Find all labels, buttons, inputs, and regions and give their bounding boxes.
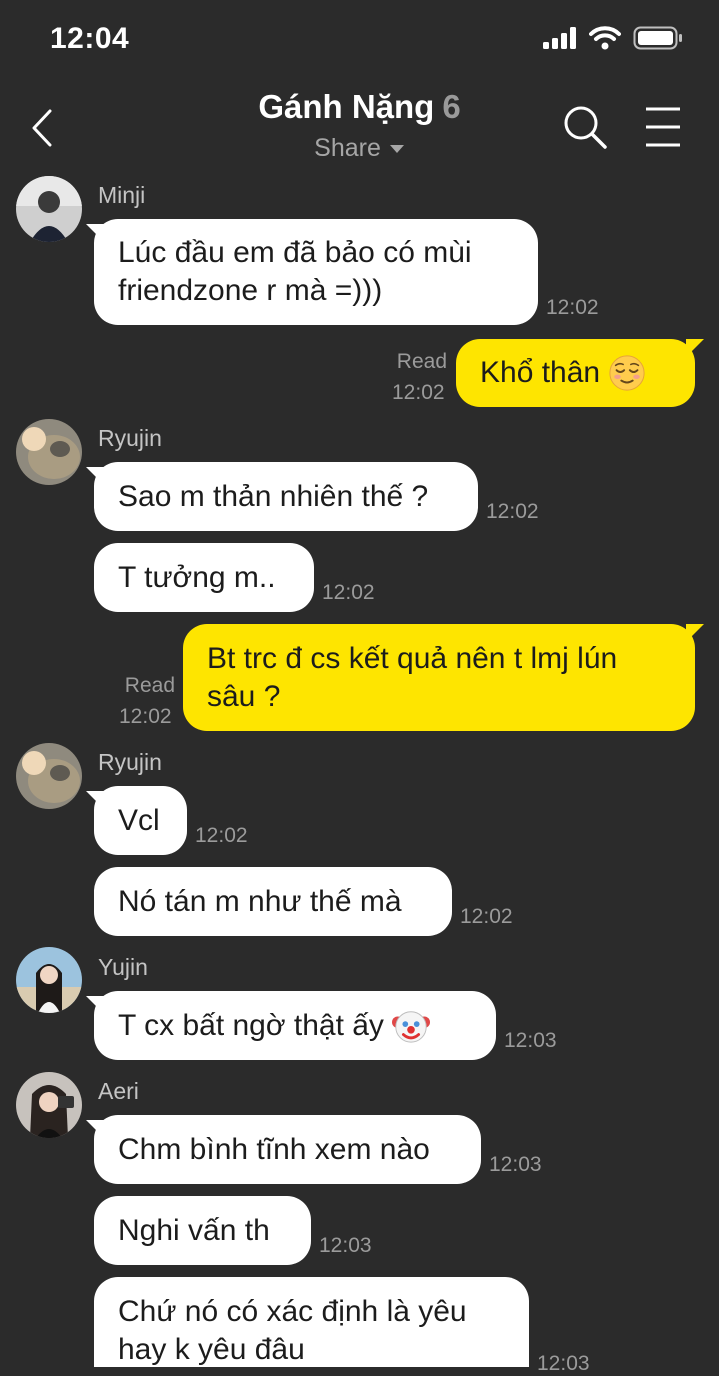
message-text: Sao m thản nhiên thế ?	[118, 479, 429, 513]
bubble-tail	[686, 624, 704, 642]
message-bubble[interactable]: Bt trc đ cs kết quả nên t lmj lún sâu ?	[183, 624, 695, 731]
message-time: 12:03	[504, 1029, 557, 1052]
search-icon	[564, 106, 607, 149]
sender-name: Ryujin	[98, 425, 162, 451]
member-count: 6	[442, 88, 461, 125]
message-bubble[interactable]: Vcl	[94, 786, 187, 855]
message-time: 12:03	[537, 1352, 590, 1375]
message-time: 12:02	[392, 381, 445, 404]
message-text: Chm bình tĩnh xem nào	[118, 1132, 430, 1166]
title-area: Gánh Nặng 6 Share	[0, 88, 719, 163]
message-bubble[interactable]: Lúc đầu em đã bảo có mùi friendzone r mà…	[94, 219, 538, 325]
message-time: 12:02	[460, 905, 513, 928]
message-time: 12:02	[119, 705, 172, 728]
message-bubble[interactable]: Chm bình tĩnh xem nào	[94, 1115, 481, 1184]
room-title: Gánh Nặng	[258, 88, 435, 125]
search-button[interactable]	[562, 104, 608, 150]
message-text: Bt trc đ cs kết quả nên t lmj lún sâu ?	[207, 641, 618, 713]
avatar-ryujin[interactable]	[16, 419, 82, 485]
message-bubble[interactable]: Sao m thản nhiên thế ?	[94, 462, 478, 531]
message-text: Lúc đầu em đã bảo có mùi friendzone r mà…	[118, 236, 472, 307]
status-icons	[543, 26, 683, 50]
sender-name: Aeri	[98, 1078, 139, 1104]
message-time: 12:02	[322, 581, 375, 604]
message-bubble[interactable]: T tưởng m..	[94, 543, 314, 612]
message-text: Nghi vấn th	[118, 1213, 270, 1247]
message-time: 12:02	[195, 824, 248, 847]
chat-header: Gánh Nặng 6 Share	[0, 80, 719, 175]
avatar-ryujin[interactable]	[16, 743, 82, 809]
message-text: Chứ nó có xác định là yêu hay k yêu đâu	[118, 1295, 467, 1366]
message-time: 12:03	[319, 1234, 372, 1257]
avatar-minji[interactable]	[16, 176, 82, 242]
message-text: Vcl	[118, 803, 160, 837]
menu-button[interactable]	[644, 106, 682, 148]
battery-icon	[633, 26, 682, 50]
sender-name: Minji	[98, 182, 146, 208]
signal-icon	[543, 27, 576, 49]
avatar-yujin[interactable]	[16, 947, 82, 1013]
hamburger-menu-icon	[646, 107, 680, 147]
read-receipt: Read	[124, 674, 175, 697]
message-time: 12:03	[489, 1153, 542, 1176]
message-bubble[interactable]: Nó tán m như thế mà	[94, 867, 452, 936]
message-text: T cx bất ngờ thật ấy	[118, 1008, 384, 1042]
wifi-icon	[589, 26, 621, 50]
message-time: 12:02	[486, 500, 539, 523]
status-bar: 12:04	[0, 0, 719, 80]
sender-name: Yujin	[98, 954, 148, 980]
relieved-face-icon	[609, 355, 645, 391]
message-text: T tưởng m..	[118, 560, 276, 594]
avatar-aeri[interactable]	[16, 1072, 82, 1138]
message-text: Khổ thân	[480, 356, 601, 389]
clown-face-icon	[391, 1010, 430, 1043]
message-bubble[interactable]: Nghi vấn th	[94, 1196, 311, 1265]
message-bubble[interactable]: Chứ nó có xác định là yêu hay k yêu đâu	[94, 1277, 529, 1367]
share-dropdown[interactable]: Share	[314, 134, 405, 163]
share-label: Share	[314, 134, 381, 162]
message-text: Nó tán m như thế mà	[118, 884, 402, 918]
caret-down-icon	[389, 144, 404, 153]
message-bubble[interactable]: Khổ thân	[456, 339, 695, 407]
status-time: 12:04	[50, 22, 130, 55]
sender-name: Ryujin	[98, 749, 162, 775]
message-time: 12:02	[546, 296, 599, 319]
read-receipt: Read	[396, 350, 447, 373]
bubble-tail	[686, 339, 704, 357]
message-bubble[interactable]: T cx bất ngờ thật ấy	[94, 991, 496, 1060]
